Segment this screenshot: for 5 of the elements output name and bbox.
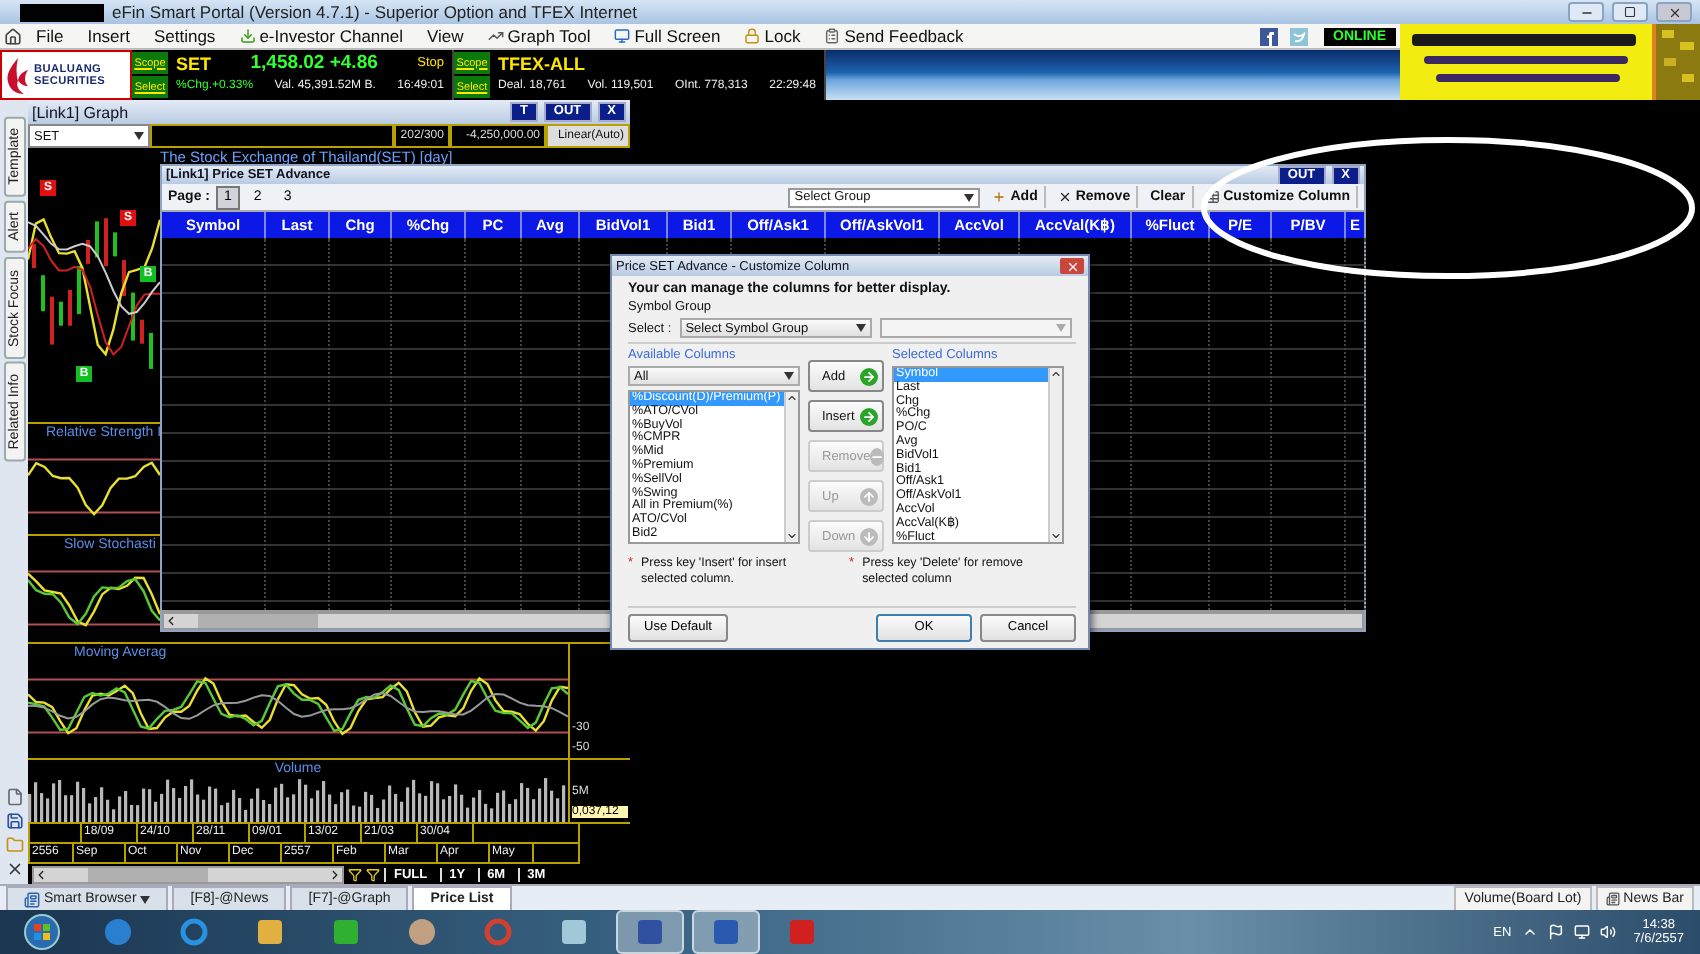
window-title: eFin Smart Portal (Version 4.7.1) - Superior Option and TFEX Internet [112,2,640,22]
quote-price: 1,458.02 +4.86 [248,52,380,75]
quote-name: TFEX-ALL [498,53,585,74]
quote-name: SET [176,53,212,74]
window-title: [Link1] Graph [32,103,131,121]
